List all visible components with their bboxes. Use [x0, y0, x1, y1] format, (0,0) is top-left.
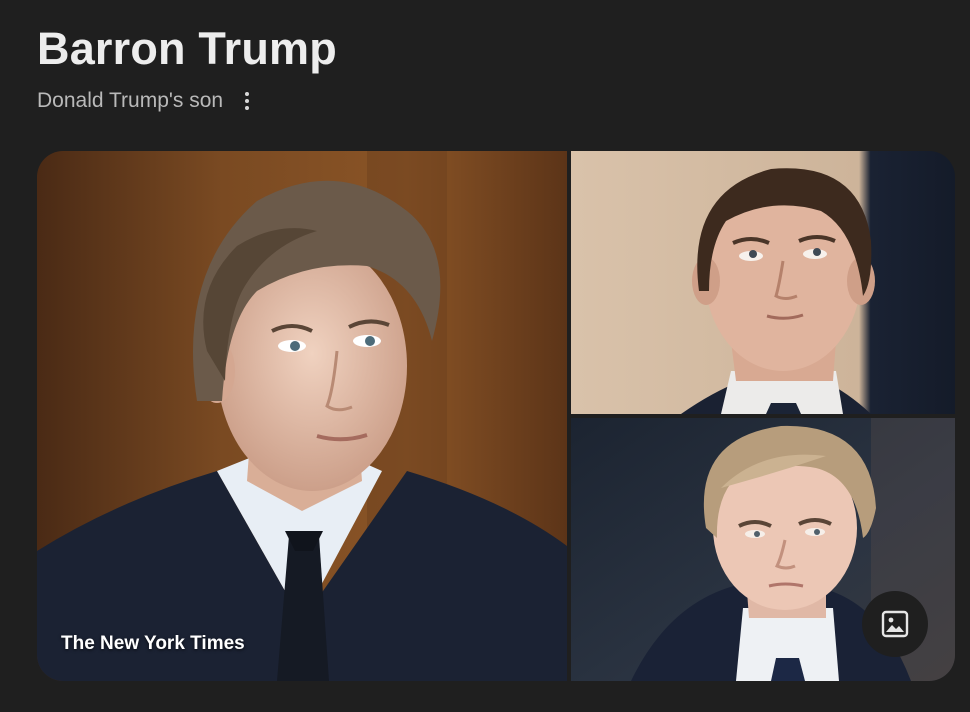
more-dot	[245, 106, 250, 110]
subtitle-row: Donald Trump's son	[37, 86, 253, 116]
image-gallery: The New York Times	[37, 151, 955, 681]
more-dot	[245, 99, 250, 103]
portrait-illustration	[571, 151, 955, 414]
knowledge-panel: Barron Trump Donald Trump's son The New …	[0, 0, 970, 712]
image-source-label: The New York Times	[61, 633, 245, 654]
top-right-photo[interactable]	[571, 151, 955, 414]
more-dot	[245, 92, 250, 96]
view-images-button[interactable]	[862, 591, 928, 657]
entity-subtitle: Donald Trump's son	[37, 89, 224, 112]
more-options-icon[interactable]	[241, 89, 253, 113]
image-icon	[881, 610, 909, 638]
portrait-illustration	[37, 151, 567, 681]
entity-title: Barron Trump	[37, 23, 337, 74]
main-photo[interactable]: The New York Times	[37, 151, 567, 681]
